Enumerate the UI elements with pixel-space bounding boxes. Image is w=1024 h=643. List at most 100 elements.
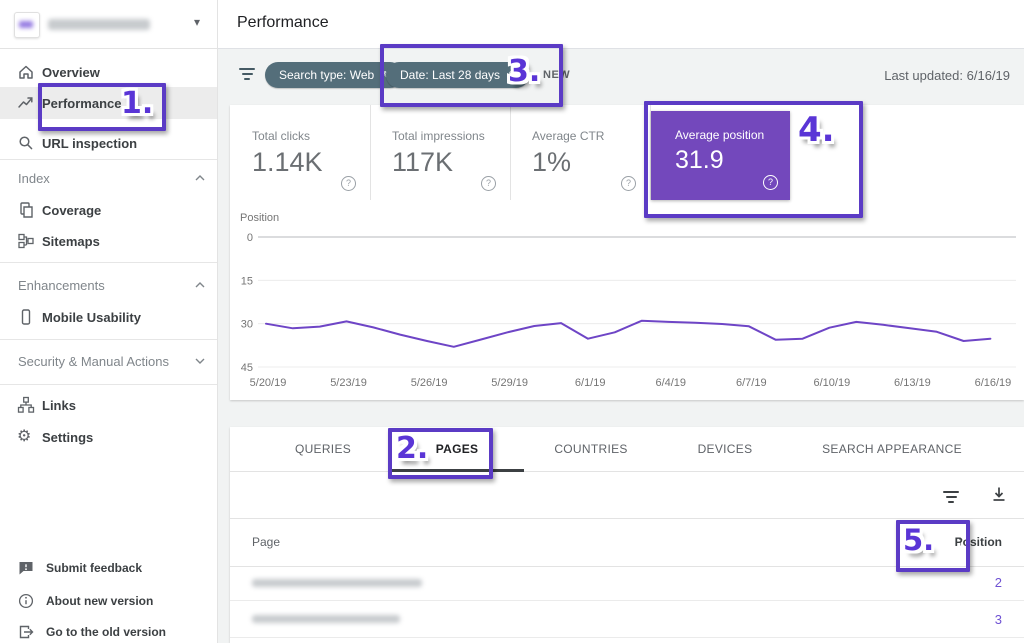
metric-tile-total-clicks[interactable]: Total clicks 1.14K ? [230, 105, 371, 200]
metric-tile-average-ctr[interactable]: Average CTR 1% ? [510, 105, 651, 200]
svg-text:5/29/19: 5/29/19 [491, 377, 528, 389]
page-url-redacted [252, 615, 400, 623]
table-tools-row [230, 472, 1024, 518]
divider [0, 262, 217, 263]
property-name-redacted [48, 19, 150, 30]
metric-label: Average CTR [532, 129, 604, 143]
divider [0, 339, 217, 340]
caret-down-icon: ▾ [194, 15, 200, 29]
svg-text:6/4/19: 6/4/19 [655, 377, 686, 389]
sidebar-item-label: Settings [42, 430, 93, 445]
page-title: Performance [237, 14, 329, 32]
svg-text:5/23/19: 5/23/19 [330, 377, 367, 389]
sidebar-item-label: Mobile Usability [42, 310, 141, 325]
pages-copy-icon [17, 201, 35, 219]
dimension-tabs: QUERIES PAGES COUNTRIES DEVICES SEARCH A… [230, 427, 1024, 472]
annotation-number-1: 1. [121, 86, 153, 121]
divider [0, 384, 217, 385]
metric-value: 1% [532, 147, 571, 178]
last-updated-text: Last updated: 6/16/19 [884, 68, 1010, 83]
sidebar-item-url-inspection[interactable]: URL inspection [0, 127, 217, 159]
chevron-up-icon [193, 278, 207, 292]
trending-up-icon [17, 94, 35, 112]
annotation-number-3: 3. [508, 54, 540, 89]
exit-arrow-icon [17, 623, 35, 641]
sidebar-item-label: Links [42, 398, 76, 413]
sidebar-item-label: URL inspection [42, 136, 137, 151]
magnifier-icon [17, 134, 35, 152]
help-icon[interactable]: ? [481, 176, 496, 191]
sidebar-item-label: Overview [42, 65, 100, 80]
filters-toolbar: Search type: Web✎ Date: Last 28 days✎ NE… [218, 48, 1024, 104]
metric-label: Total impressions [392, 129, 485, 143]
tab-search-appearance[interactable]: SEARCH APPEARANCE [792, 427, 992, 472]
annotation-number-2: 2. [396, 431, 428, 466]
section-label: Security & Manual Actions [18, 354, 169, 369]
links-nodes-icon [17, 396, 35, 414]
svg-text:6/16/19: 6/16/19 [975, 377, 1012, 389]
table-row[interactable]: 3 [230, 600, 1024, 638]
svg-text:5/20/19: 5/20/19 [250, 377, 287, 389]
svg-text:6/7/19: 6/7/19 [736, 377, 767, 389]
page-url-redacted [252, 579, 422, 587]
chevron-up-icon [193, 171, 207, 185]
svg-text:45: 45 [241, 362, 253, 374]
gear-icon: ⚙ [17, 428, 35, 446]
sidebar-item-coverage[interactable]: Coverage [0, 194, 217, 226]
sitemap-tree-icon [17, 232, 35, 250]
svg-text:6/13/19: 6/13/19 [894, 377, 931, 389]
section-label: Enhancements [18, 278, 105, 293]
sidebar-item-links[interactable]: Links [0, 389, 217, 421]
metric-tile-total-impressions[interactable]: Total impressions 117K ? [370, 105, 511, 200]
feedback-bubble-icon [17, 559, 35, 577]
annotation-number-5: 5. [903, 523, 934, 557]
svg-text:6/10/19: 6/10/19 [813, 377, 850, 389]
filter-list-icon[interactable] [238, 65, 256, 80]
sidebar-item-settings[interactable]: ⚙ Settings [0, 421, 217, 453]
favicon-blurred [19, 21, 33, 28]
chip-label: Search type: Web [279, 68, 374, 82]
tab-devices[interactable]: DEVICES [658, 427, 792, 472]
position-line-chart: Position 01530455/20/195/23/195/26/195/2… [230, 210, 1024, 400]
svg-text:5/26/19: 5/26/19 [411, 377, 448, 389]
svg-text:0: 0 [247, 232, 253, 244]
performance-summary-card: Total clicks 1.14K ? Total impressions 1… [230, 105, 1024, 400]
search-console-app: ▾ Overview Performance URL inspection In… [0, 0, 1024, 643]
metric-value: 1.14K [252, 147, 323, 178]
column-header-page[interactable]: Page [252, 535, 280, 549]
position-value[interactable]: 2 [995, 575, 1002, 590]
metric-label: Total clicks [252, 129, 310, 143]
home-icon [17, 63, 35, 81]
help-icon[interactable]: ? [621, 176, 636, 191]
info-icon [17, 592, 35, 610]
sidebar-item-label: Sitemaps [42, 234, 100, 249]
mobile-phone-icon [17, 308, 35, 326]
sidebar-item-label: About new version [46, 594, 153, 608]
tab-queries[interactable]: QUERIES [256, 427, 390, 472]
property-selector[interactable]: ▾ [0, 0, 217, 49]
sidebar-item-submit-feedback[interactable]: Submit feedback [0, 552, 217, 584]
sidebar-item-about-new-version[interactable]: About new version [0, 585, 217, 617]
tab-countries[interactable]: COUNTRIES [524, 427, 658, 472]
sidebar-item-go-to-old-version[interactable]: Go to the old version [0, 616, 217, 643]
help-icon[interactable]: ? [341, 176, 356, 191]
annotation-number-4: 4. [798, 110, 835, 150]
svg-text:30: 30 [241, 319, 253, 331]
section-label: Index [18, 171, 50, 186]
sidebar-item-label: Submit feedback [46, 561, 142, 575]
sidebar-item-label: Go to the old version [46, 625, 166, 639]
table-filter-icon[interactable] [942, 488, 960, 503]
sidebar-item-mobile-usability[interactable]: Mobile Usability [0, 301, 217, 333]
sidebar-section-security-manual-actions[interactable]: Security & Manual Actions [0, 345, 217, 377]
property-favicon [14, 12, 40, 38]
svg-text:15: 15 [241, 275, 253, 287]
chevron-down-icon [193, 354, 207, 368]
divider [0, 159, 217, 160]
sidebar-section-index[interactable]: Index [0, 162, 217, 194]
position-value[interactable]: 3 [995, 612, 1002, 627]
svg-text:6/1/19: 6/1/19 [575, 377, 606, 389]
download-icon[interactable] [990, 485, 1008, 503]
sidebar-item-sitemaps[interactable]: Sitemaps [0, 225, 217, 257]
sidebar-section-enhancements[interactable]: Enhancements [0, 269, 217, 301]
top-app-bar: Performance [218, 0, 1024, 49]
